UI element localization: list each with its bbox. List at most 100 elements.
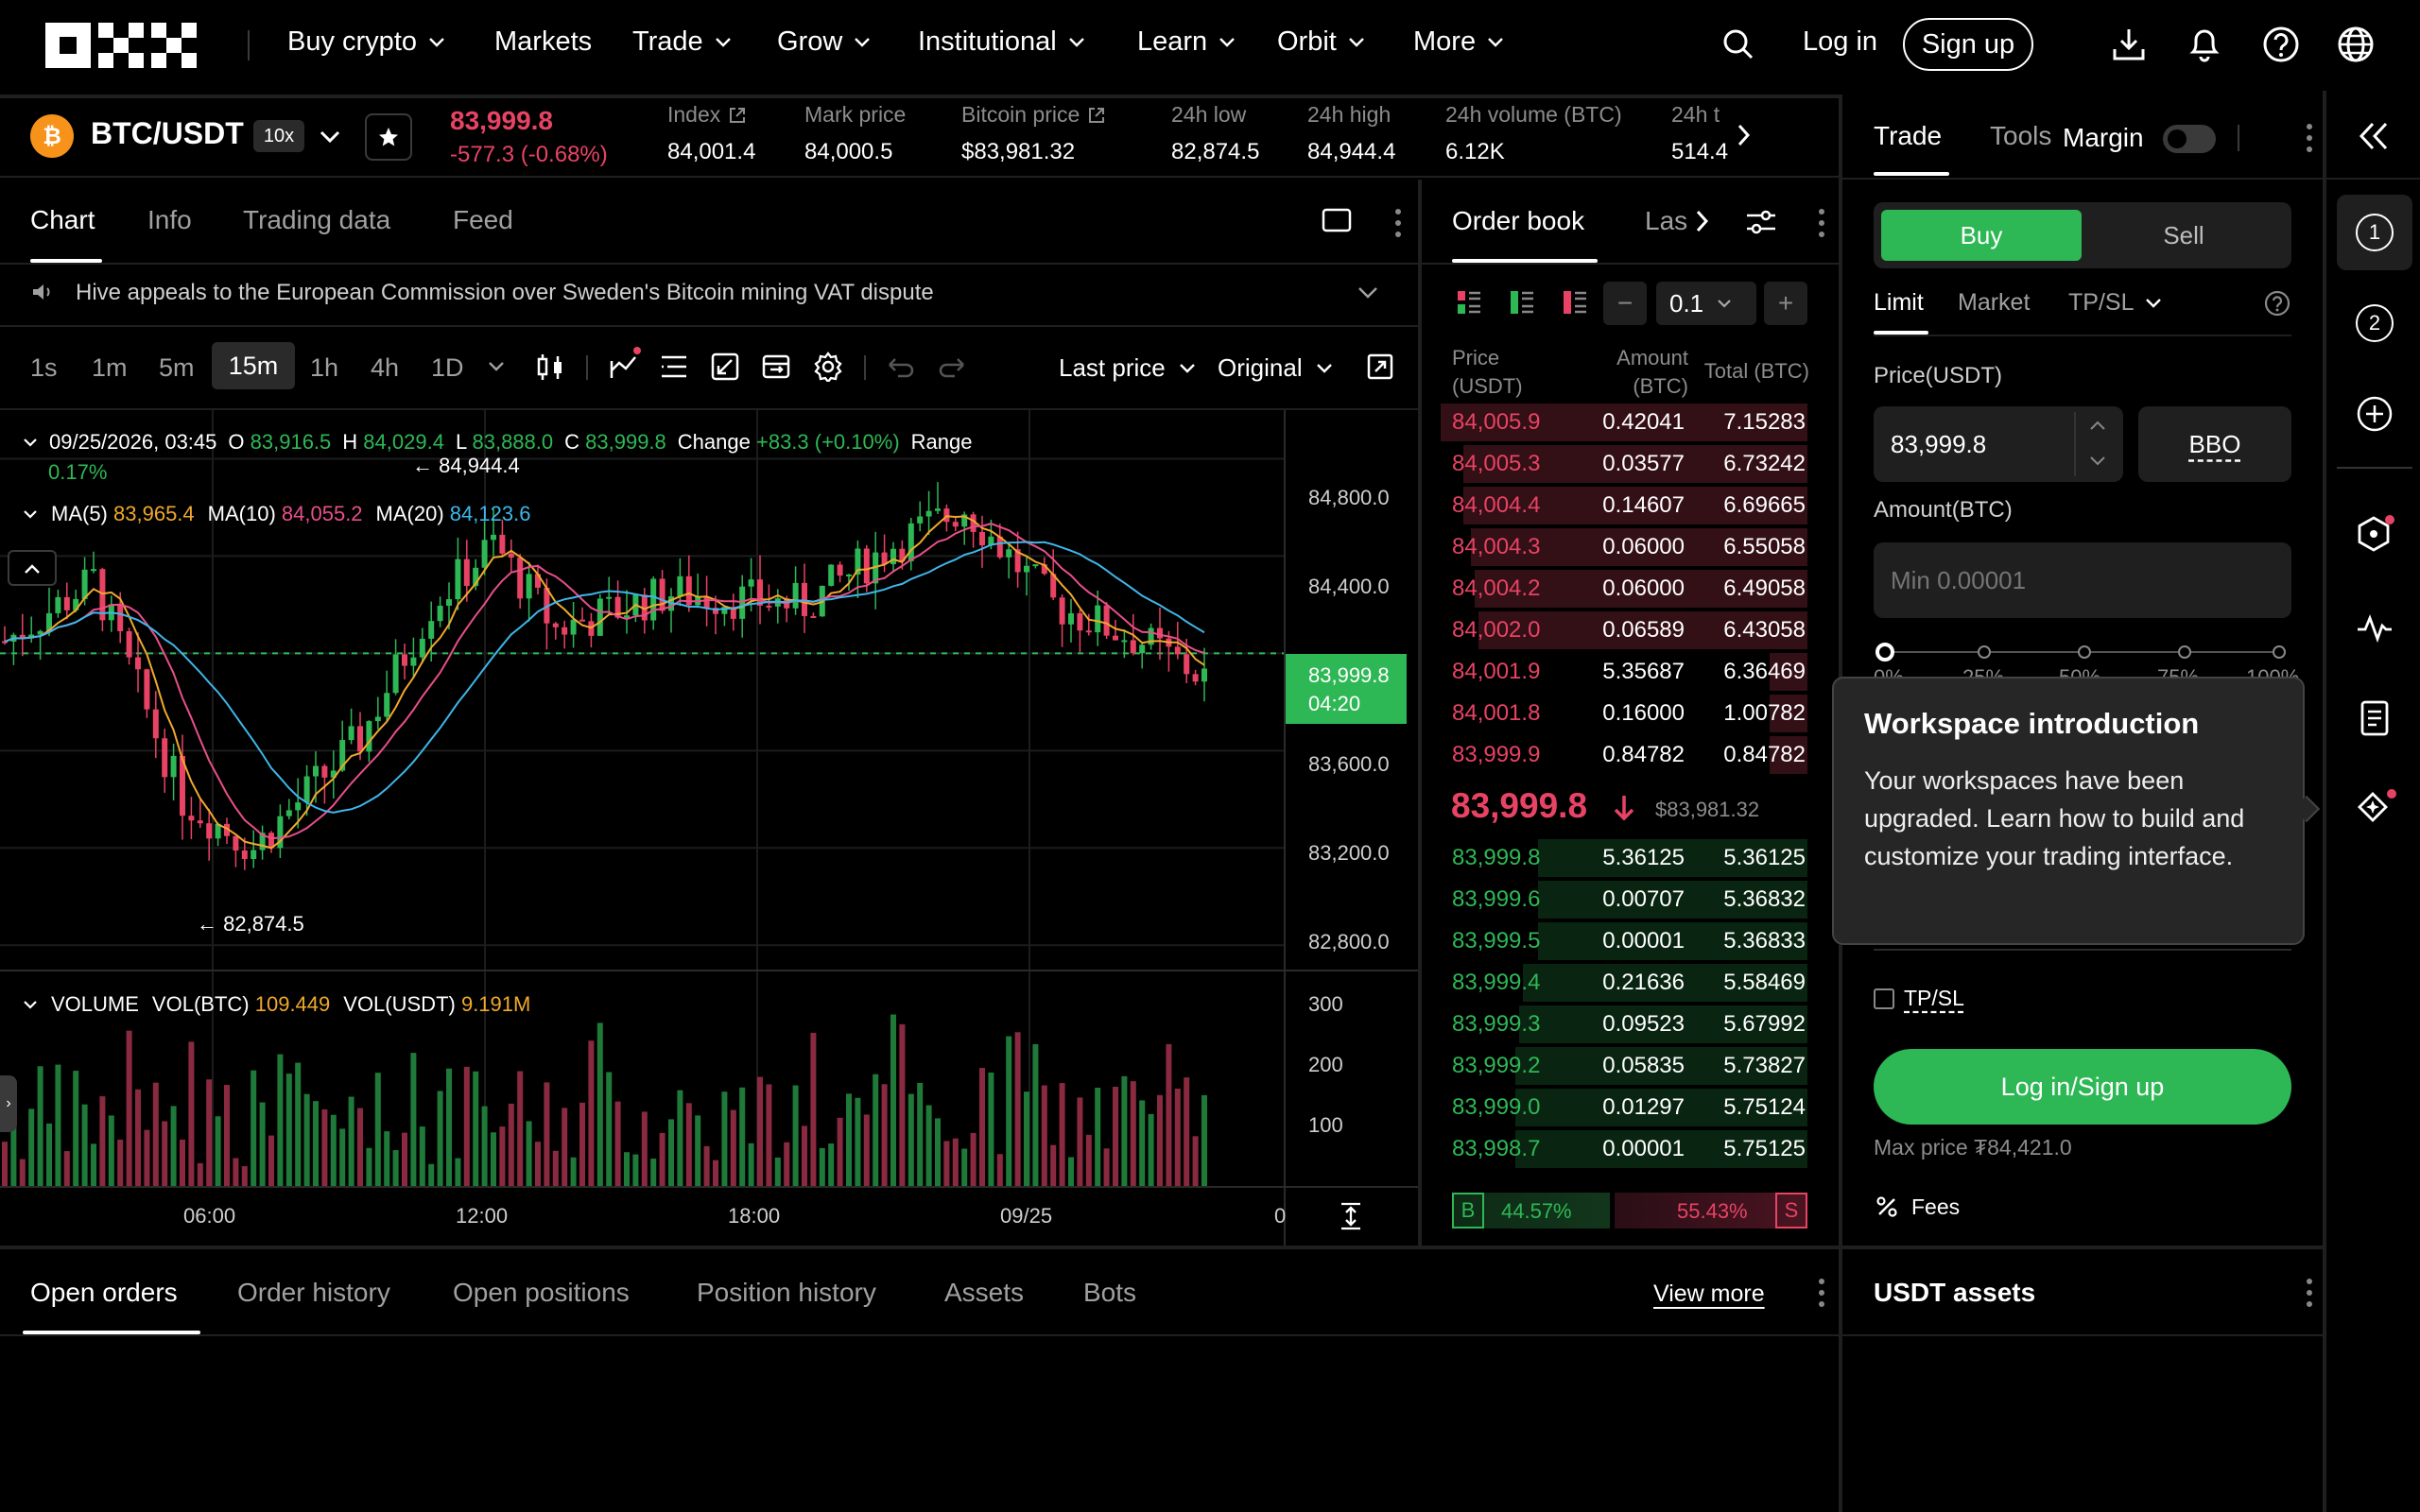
drag-handle-icon[interactable]	[1817, 1278, 1826, 1308]
collapse-double-chevron-icon[interactable]	[2358, 121, 2390, 151]
hexagon-module-icon[interactable]	[2356, 514, 2395, 554]
workspace-1-button[interactable]: 1	[2337, 195, 2412, 270]
candlestick-chart[interactable]	[0, 410, 1284, 970]
compare-icon[interactable]	[762, 352, 790, 381]
asks-row[interactable]: 84,004.3 0.06000 6.55058	[1433, 526, 1807, 568]
chevron-down-icon[interactable]	[1357, 286, 1378, 300]
asks-row[interactable]: 84,005.9 0.42041 7.15283	[1433, 402, 1807, 443]
bids-row[interactable]: 83,999.2 0.05835 5.73827	[1433, 1045, 1807, 1087]
order-type-market[interactable]: Market	[1958, 289, 2030, 317]
asks-row[interactable]: 84,005.3 0.03577 6.73242	[1433, 443, 1807, 485]
view-more-link[interactable]: View more	[1653, 1280, 1765, 1308]
bids-row[interactable]: 83,999.6 0.00707 5.36832	[1433, 879, 1807, 920]
bids-row[interactable]: 83,999.4 0.21636 5.58469	[1433, 962, 1807, 1004]
chevron-down-icon[interactable]	[320, 130, 340, 144]
external-link-icon[interactable]	[1087, 106, 1106, 125]
order-type-tpsl[interactable]: TP/SL	[2068, 289, 2162, 317]
pair-name[interactable]: BTC/USDT	[91, 116, 244, 151]
login-signup-button[interactable]: Log in/Sign up	[1874, 1049, 2291, 1125]
template-list-icon[interactable]	[660, 353, 688, 380]
tab-open-positions[interactable]: Open positions	[453, 1278, 630, 1308]
interval-4h[interactable]: 4h	[371, 353, 399, 383]
undo-icon[interactable]	[887, 355, 915, 378]
redo-icon[interactable]	[938, 355, 966, 378]
asks-row[interactable]: 84,004.2 0.06000 6.49058	[1433, 568, 1807, 610]
margin-toggle[interactable]	[2163, 125, 2216, 153]
add-workspace-icon[interactable]	[2356, 395, 2394, 433]
interval-1h[interactable]: 1h	[310, 353, 338, 383]
okx-logo[interactable]	[45, 23, 197, 68]
order-type-limit[interactable]: Limit	[1874, 289, 1924, 317]
interval-1d[interactable]: 1D	[431, 353, 464, 383]
nav-markets[interactable]: Markets	[494, 26, 592, 58]
help-icon[interactable]	[2262, 26, 2300, 63]
asks-row[interactable]: 83,999.9 0.84782 0.84782	[1433, 734, 1807, 776]
nav-buy-crypto[interactable]: Buy crypto	[287, 26, 445, 58]
asks-row[interactable]: 84,001.9 5.35687 6.36469	[1433, 651, 1807, 693]
indicators-icon[interactable]	[609, 346, 641, 382]
drag-handle-icon[interactable]	[2305, 1278, 2314, 1308]
book-bids-icon[interactable]	[1509, 289, 1535, 316]
bids-row[interactable]: 83,999.0 0.01297 5.75124	[1433, 1087, 1807, 1128]
ai-sparkle-icon[interactable]	[2356, 788, 2397, 830]
collapse-legend-button[interactable]	[8, 550, 57, 586]
signup-button[interactable]: Sign up	[1903, 18, 2033, 71]
bids-row[interactable]: 83,999.3 0.09523 5.67992	[1433, 1004, 1807, 1045]
pulse-activity-icon[interactable]	[2356, 612, 2394, 643]
asks-row[interactable]: 84,002.0 0.06589 6.43058	[1433, 610, 1807, 651]
interval-15m[interactable]: 15m	[212, 342, 295, 389]
tab-trading-data[interactable]: Trading data	[243, 205, 390, 235]
price-type-select[interactable]: Last price	[1059, 353, 1196, 383]
tab-tools[interactable]: Tools	[1990, 121, 2051, 151]
amount-slider[interactable]	[1876, 643, 2286, 662]
fees-link[interactable]: Fees	[1911, 1194, 1960, 1220]
stepper-down-icon[interactable]	[2089, 455, 2106, 467]
precision-decrease-button[interactable]: −	[1603, 282, 1647, 325]
tab-open-orders[interactable]: Open orders	[30, 1278, 178, 1308]
precision-increase-button[interactable]: +	[1764, 282, 1807, 325]
drag-handle-icon[interactable]	[1393, 208, 1403, 238]
info-question-icon[interactable]	[2263, 289, 2291, 318]
fullscreen-icon[interactable]	[1367, 353, 1393, 380]
layout-window-icon[interactable]	[1322, 208, 1352, 232]
nav-orbit[interactable]: Orbit	[1277, 26, 1365, 58]
candle-type-icon[interactable]	[535, 353, 565, 382]
tab-info[interactable]: Info	[147, 205, 192, 235]
amount-input[interactable]	[1874, 542, 2291, 618]
login-link[interactable]: Log in	[1803, 26, 1877, 58]
fit-scale-icon[interactable]	[1339, 1202, 1363, 1230]
tab-order-history[interactable]: Order history	[237, 1278, 390, 1308]
buy-side-button[interactable]: Buy	[1881, 210, 2082, 261]
search-icon[interactable]	[1722, 28, 1754, 60]
price-input[interactable]: 83,999.8	[1874, 406, 2123, 482]
book-asks-icon[interactable]	[1562, 289, 1588, 316]
interval-1m[interactable]: 1m	[92, 353, 128, 383]
nav-more[interactable]: More	[1413, 26, 1504, 58]
drawing-tools-icon[interactable]	[711, 352, 739, 381]
favorite-star-button[interactable]	[365, 113, 412, 161]
tab-feed[interactable]: Feed	[453, 205, 513, 235]
tab-trade[interactable]: Trade	[1874, 121, 1942, 151]
chevron-right-icon[interactable]	[1696, 210, 1709, 232]
tpsl-checkbox-label[interactable]: TP/SL	[1904, 986, 1964, 1011]
asks-row[interactable]: 84,004.4 0.14607 6.69665	[1433, 485, 1807, 526]
external-link-icon[interactable]	[728, 106, 747, 125]
interval-5m[interactable]: 5m	[159, 353, 195, 383]
download-icon[interactable]	[2112, 26, 2146, 62]
interval-1s[interactable]: 1s	[30, 353, 58, 383]
tab-chart[interactable]: Chart	[30, 205, 95, 235]
book-both-icon[interactable]	[1456, 289, 1482, 316]
filter-sliders-icon[interactable]	[1745, 208, 1777, 236]
globe-icon[interactable]	[2337, 26, 2375, 63]
sidebar-toggle-tab[interactable]: ›	[0, 1075, 17, 1132]
chevron-down-icon[interactable]	[23, 438, 38, 447]
view-mode-select[interactable]: Original	[1218, 353, 1333, 383]
tab-position-history[interactable]: Position history	[697, 1278, 876, 1308]
nav-trade[interactable]: Trade	[632, 26, 732, 58]
chevron-right-icon[interactable]	[1737, 124, 1751, 146]
news-headline[interactable]: Hive appeals to the European Commission …	[76, 280, 934, 306]
chevron-down-icon[interactable]	[23, 509, 38, 519]
nav-grow[interactable]: Grow	[777, 26, 871, 58]
drag-handle-icon[interactable]	[2305, 123, 2314, 153]
sell-side-button[interactable]: Sell	[2083, 210, 2284, 261]
